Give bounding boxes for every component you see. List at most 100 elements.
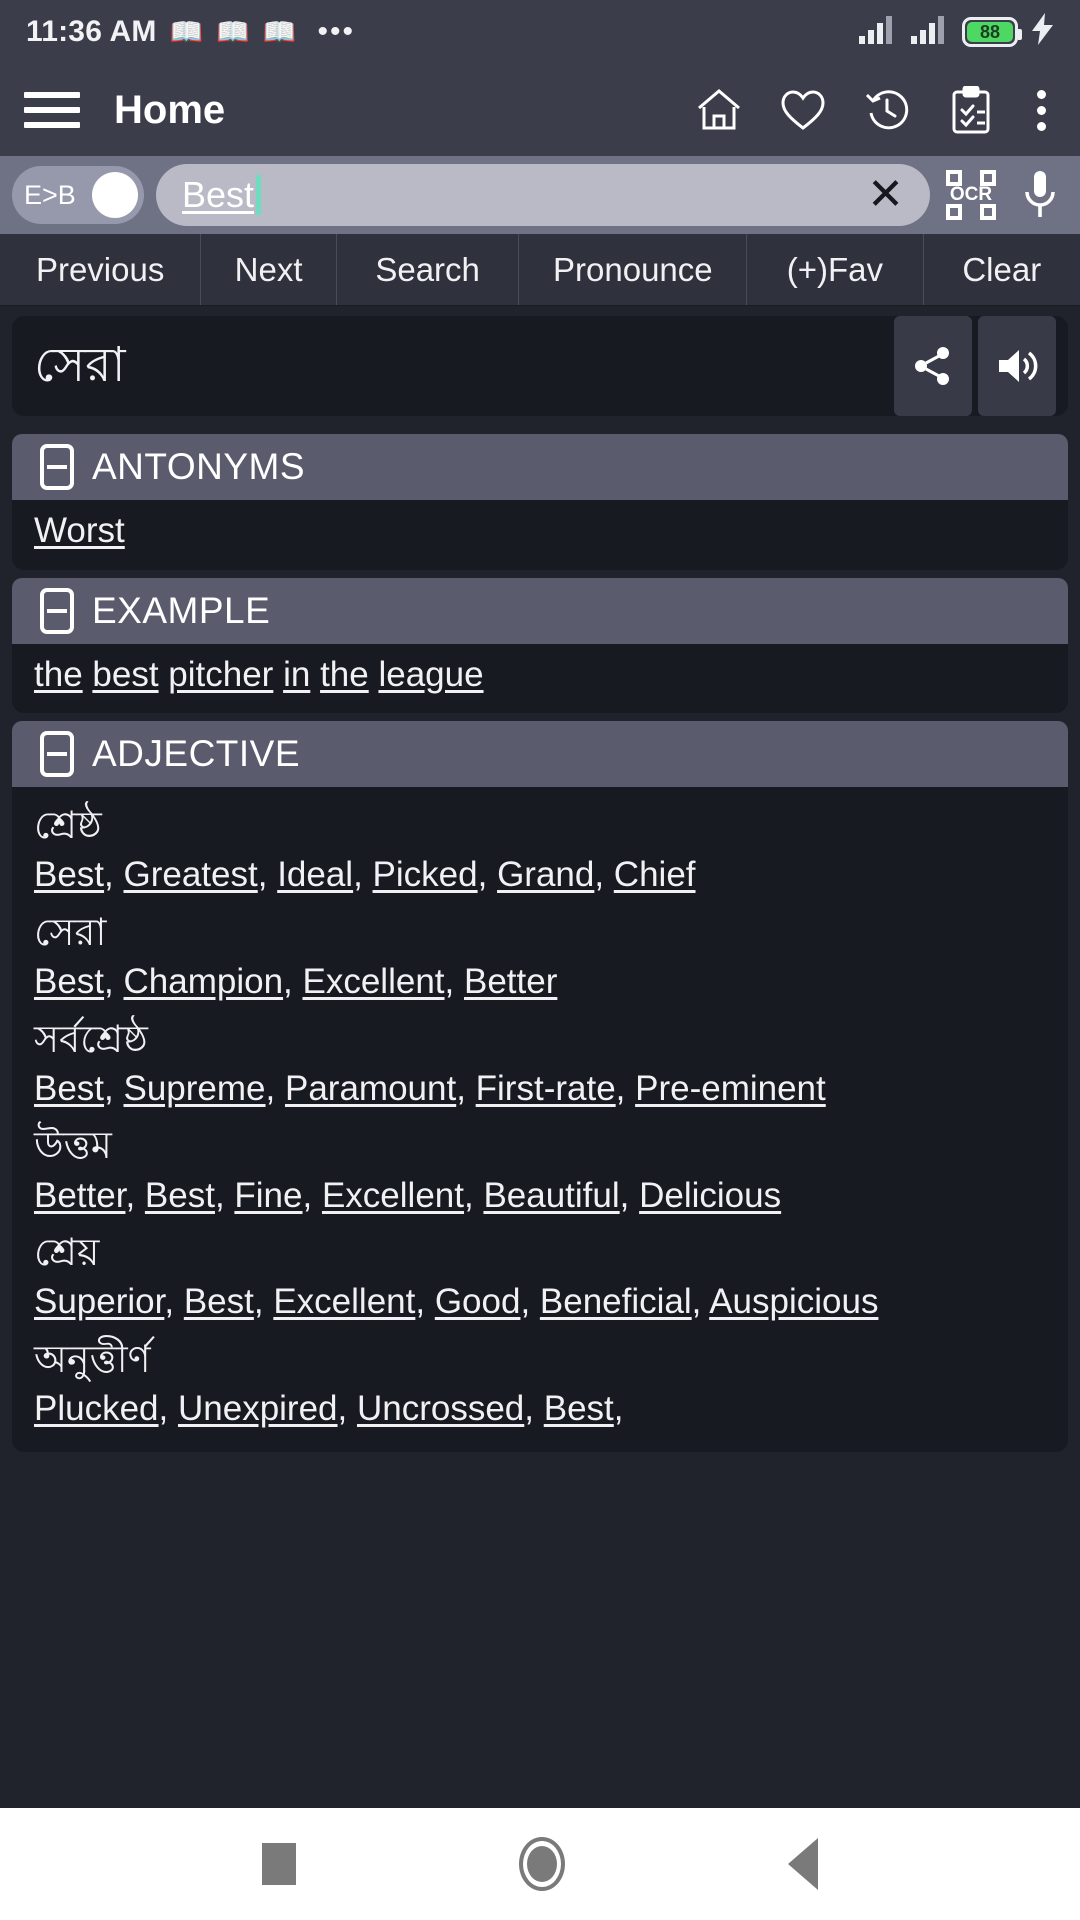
word-link[interactable]: Plucked (34, 1389, 159, 1428)
word-link[interactable]: Greatest (124, 855, 258, 894)
status-time: 11:36 AM (26, 15, 157, 48)
word-link[interactable]: Supreme (124, 1069, 266, 1108)
word-link[interactable]: the (320, 655, 369, 694)
bengali-term: সর্বশ্রেষ্ঠ (34, 1018, 148, 1061)
signal-bars-icon (910, 15, 948, 50)
charging-bolt-icon (1032, 13, 1054, 51)
word-link[interactable]: Beautiful (483, 1176, 619, 1215)
book-icon: 📖 (262, 16, 297, 47)
word-link[interactable]: Fine (234, 1176, 302, 1215)
word-link[interactable]: Good (435, 1282, 521, 1321)
word-link[interactable]: Best (145, 1176, 215, 1215)
status-bar: 11:36 AM 📖 📖 📖 ••• 88 (0, 0, 1080, 64)
speaker-icon[interactable] (978, 316, 1056, 416)
word-link[interactable]: Beneficial (540, 1282, 692, 1321)
status-overflow-icon: ••• (317, 15, 355, 48)
word-link[interactable]: Superior (34, 1282, 164, 1321)
synonym-list: Plucked, Unexpired, Uncrossed, Best, (34, 1389, 624, 1429)
headword-text: সেরা (34, 339, 126, 392)
word-link[interactable]: Uncrossed (357, 1389, 524, 1428)
word-link[interactable]: in (283, 655, 310, 694)
word-link[interactable]: Best (34, 1069, 104, 1108)
word-link[interactable]: Ideal (277, 855, 353, 894)
word-link[interactable]: Best (34, 855, 104, 894)
clear-button[interactable]: Clear (924, 234, 1080, 305)
word-link[interactable]: Worst (34, 511, 125, 550)
search-bar: E>B Best ✕ OCR (0, 156, 1080, 234)
bengali-term: সেরা (34, 911, 107, 954)
word-link[interactable]: Delicious (639, 1176, 781, 1215)
word-link[interactable]: Auspicious (709, 1282, 878, 1321)
microphone-icon[interactable] (1012, 165, 1068, 225)
word-link[interactable]: the (34, 655, 83, 694)
bengali-term: শ্রেয় (34, 1232, 100, 1275)
clear-search-icon[interactable]: ✕ (867, 173, 904, 217)
app-bar-actions (696, 86, 1056, 134)
previous-button[interactable]: Previous (0, 234, 202, 305)
overflow-menu-icon[interactable] (1032, 89, 1050, 131)
section-header-adjective[interactable]: ADJECTIVE (12, 721, 1068, 787)
back-triangle-icon[interactable] (788, 1838, 819, 1890)
status-bar-left: 11:36 AM 📖 📖 📖 ••• (26, 15, 355, 49)
example-sentence: the best pitcher in the league (34, 652, 1046, 698)
word-link[interactable]: Better (34, 1176, 125, 1215)
antonym-list: Worst (34, 508, 1046, 554)
word-link[interactable]: Best (34, 962, 104, 1001)
word-link[interactable]: Grand (497, 855, 594, 894)
word-link[interactable]: Excellent (273, 1282, 415, 1321)
word-link[interactable]: Picked (373, 855, 478, 894)
battery-percent: 88 (979, 21, 1001, 42)
word-link[interactable]: Unexpired (178, 1389, 338, 1428)
share-icon[interactable] (894, 316, 972, 416)
text-cursor (256, 175, 262, 215)
add-favorite-button[interactable]: (+)Fav (747, 234, 924, 305)
collapse-minus-icon[interactable] (40, 587, 74, 634)
collapse-minus-icon[interactable] (40, 731, 74, 777)
synonym-list: Best, Greatest, Ideal, Picked, Grand, Ch… (34, 855, 696, 895)
collapse-minus-icon[interactable] (40, 444, 74, 490)
dictionary-results: সেরা ANTONYMS Worst EXAMPLE the best pit… (0, 306, 1080, 1808)
book-icon: 📖 (216, 16, 250, 47)
favorites-heart-icon[interactable] (780, 87, 826, 133)
home-icon[interactable] (696, 87, 742, 133)
word-link[interactable]: best (92, 655, 158, 694)
bengali-term: অনুত্তীর্ণ (34, 1338, 151, 1381)
section-header-antonyms[interactable]: ANTONYMS (12, 434, 1068, 500)
recents-square-icon[interactable] (261, 1843, 296, 1885)
section-body-example: the best pitcher in the league (12, 643, 1068, 713)
word-link[interactable]: league (378, 655, 483, 694)
action-button-row: Previous Next Search Pronounce (+)Fav Cl… (0, 234, 1080, 306)
bengali-term: শ্রেষ্ঠ (34, 805, 102, 847)
word-link[interactable]: Champion (124, 962, 284, 1001)
word-link[interactable]: pitcher (168, 655, 273, 694)
signal-bars-icon (858, 15, 896, 50)
word-link[interactable]: Chief (614, 855, 696, 894)
word-link[interactable]: Excellent (303, 962, 445, 1001)
word-link[interactable]: Excellent (322, 1176, 464, 1215)
clipboard-list-icon[interactable] (948, 86, 994, 134)
search-input[interactable]: Best ✕ (156, 164, 930, 226)
language-direction-toggle[interactable]: E>B (12, 166, 144, 224)
book-icon: 📖 (169, 16, 204, 47)
next-button[interactable]: Next (201, 234, 337, 305)
pronounce-button[interactable]: Pronounce (519, 234, 748, 305)
word-link[interactable]: Pre-eminent (635, 1069, 826, 1108)
word-link[interactable]: Best (544, 1389, 614, 1428)
ocr-label: OCR (949, 184, 993, 205)
word-link[interactable]: First-rate (476, 1069, 616, 1108)
home-circle-icon[interactable] (518, 1837, 565, 1891)
status-bar-right: 88 (858, 13, 1054, 51)
word-link[interactable]: Paramount (285, 1069, 456, 1108)
ocr-scan-icon[interactable]: OCR (942, 166, 1000, 224)
section-title: ANTONYMS (92, 446, 306, 487)
section-header-example[interactable]: EXAMPLE (12, 577, 1068, 644)
toggle-knob (92, 172, 138, 218)
history-icon[interactable] (864, 87, 910, 133)
word-link[interactable]: Better (464, 962, 557, 1001)
section-body-adjective: শ্রেষ্ঠ Best, Greatest, Ideal, Picked, Gr… (12, 787, 1068, 1452)
headword-card: সেরা (12, 316, 1068, 416)
search-button[interactable]: Search (337, 234, 520, 305)
app-bar: Home (0, 64, 1080, 156)
word-link[interactable]: Best (184, 1282, 254, 1321)
hamburger-menu-icon[interactable] (24, 92, 80, 128)
